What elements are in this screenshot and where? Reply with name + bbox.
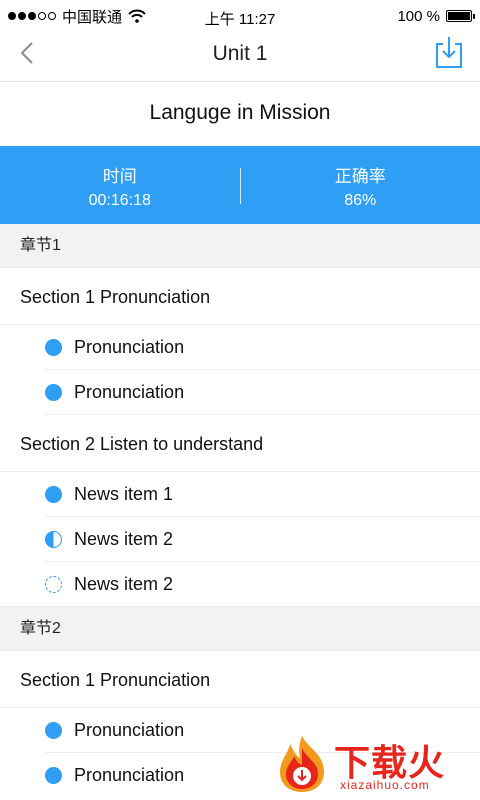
item-label: Pronunciation <box>74 720 185 740</box>
watermark: 下载火 xiazaihuo.com <box>274 734 474 796</box>
stat-accuracy: 正确率 86% <box>241 146 480 224</box>
chapter-header: 章节1 <box>0 224 480 268</box>
item-label: Pronunciation <box>74 337 185 357</box>
item-label: Pronunciation <box>74 765 185 785</box>
list-item[interactable]: News item 1 <box>0 472 480 517</box>
progress-dot-icon <box>45 722 62 739</box>
chapter-header: 章节2 <box>0 607 480 651</box>
download-icon <box>436 37 462 68</box>
list-item[interactable]: Pronunciation <box>0 370 480 415</box>
battery-icon <box>446 10 475 22</box>
progress-dot-icon <box>45 576 62 593</box>
stat-accuracy-label: 正确率 <box>334 167 386 186</box>
item-label: Pronunciation <box>74 382 185 402</box>
battery-status: 100 % <box>397 0 475 32</box>
stat-time-label: 时间 <box>102 167 137 186</box>
progress-dot-icon <box>45 531 62 548</box>
list-item[interactable]: News item 2 <box>0 517 480 562</box>
section-header[interactable]: Section 2 Listen to understand <box>0 415 480 472</box>
chapter-list: 章节1 Section 1 Pronunciation Pronunciatio… <box>0 224 480 798</box>
progress-dot-icon <box>45 384 62 401</box>
nav-bar: Unit 1 <box>0 32 480 82</box>
battery-percent: 100 % <box>397 7 440 25</box>
page-title: Unit 1 <box>212 42 268 65</box>
stat-time-value: 00:16:18 <box>88 192 151 209</box>
watermark-url: xiazaihuo.com <box>340 778 430 792</box>
list-item[interactable]: Pronunciation <box>0 325 480 370</box>
item-label: News item 2 <box>74 529 174 549</box>
progress-dot-icon <box>45 486 62 503</box>
list-item[interactable]: News item 2 <box>0 562 480 607</box>
section-header[interactable]: Section 1 Pronunciation <box>0 651 480 708</box>
lesson-title: Languge in Mission <box>149 101 331 124</box>
section-header[interactable]: Section 1 Pronunciation <box>0 268 480 325</box>
stat-time: 时间 00:16:18 <box>0 146 240 224</box>
item-label: News item 1 <box>74 484 174 504</box>
item-label: News item 2 <box>74 574 174 594</box>
progress-dot-icon <box>45 339 62 356</box>
download-button[interactable] <box>434 36 464 70</box>
stats-banner: 时间 00:16:18 正确率 86% <box>0 146 480 224</box>
progress-dot-icon <box>45 767 62 784</box>
stat-accuracy-value: 86% <box>344 192 377 209</box>
status-bar: 中国联通 上午 11:27 100 % <box>0 0 480 32</box>
flame-logo-icon <box>280 736 324 792</box>
